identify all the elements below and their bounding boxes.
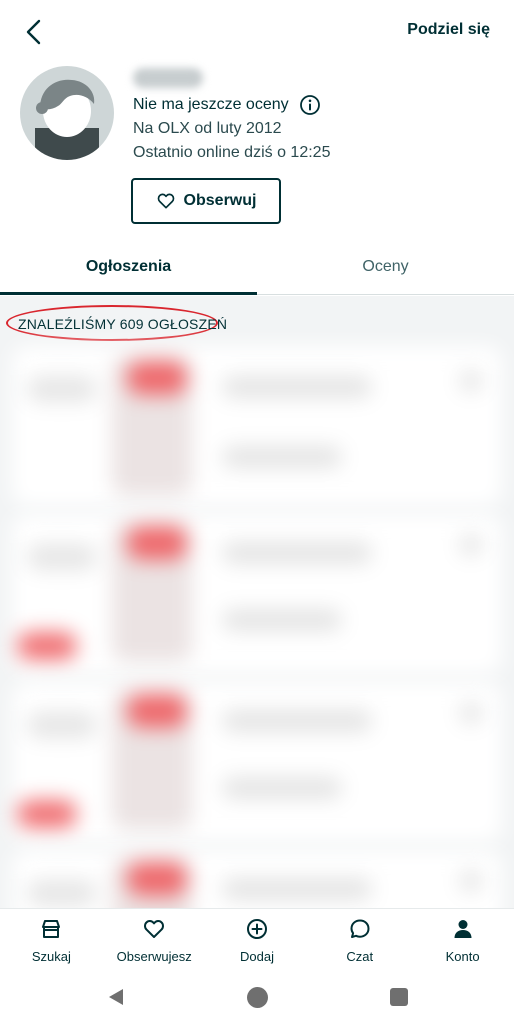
system-back-icon[interactable] bbox=[105, 986, 127, 1008]
system-home-icon[interactable] bbox=[247, 987, 268, 1008]
system-navigation-bar bbox=[0, 974, 514, 1024]
rating-row: Nie ma jeszcze oceny bbox=[133, 94, 321, 116]
back-button[interactable] bbox=[18, 16, 50, 48]
nav-search-label: Szukaj bbox=[31, 949, 71, 964]
seller-profile: Nie ma jeszcze oceny Na OLX od luty 2012… bbox=[0, 60, 514, 240]
listing-card[interactable] bbox=[12, 346, 502, 506]
nav-add[interactable]: Dodaj bbox=[206, 909, 309, 974]
heart-icon bbox=[157, 193, 174, 209]
person-icon bbox=[454, 920, 472, 938]
rating-text: Nie ma jeszcze oceny bbox=[133, 96, 289, 113]
nav-chat-label: Czat bbox=[346, 949, 374, 964]
bottom-navigation: Szukaj Obserwujesz Dodaj Czat Konto bbox=[0, 908, 514, 974]
nav-watched-label: Obserwujesz bbox=[116, 949, 192, 964]
heart-icon bbox=[144, 920, 165, 938]
info-icon[interactable] bbox=[299, 94, 321, 116]
system-recents-icon[interactable] bbox=[390, 988, 408, 1006]
results-list[interactable]: ZNALEŹLIŚMY 609 OGŁOSZEŃ bbox=[0, 296, 514, 908]
avatar bbox=[20, 66, 114, 160]
results-count: ZNALEŹLIŚMY 609 OGŁOSZEŃ bbox=[18, 316, 228, 332]
tab-ads[interactable]: Ogłoszenia bbox=[0, 240, 257, 295]
nav-chat[interactable]: Czat bbox=[308, 909, 411, 974]
last-online: Ostatnio online dziś o 12:25 bbox=[133, 144, 331, 161]
follow-button[interactable]: Obserwuj bbox=[131, 178, 281, 224]
seller-name-blurred bbox=[133, 68, 203, 88]
default-avatar-icon bbox=[35, 79, 99, 160]
share-button[interactable]: Podziel się bbox=[407, 21, 490, 39]
listing-card[interactable] bbox=[12, 514, 502, 674]
follow-label: Obserwuj bbox=[183, 192, 257, 209]
nav-account-label: Konto bbox=[445, 949, 480, 964]
nav-watched[interactable]: Obserwujesz bbox=[103, 909, 206, 974]
listing-card[interactable] bbox=[12, 682, 502, 842]
tab-ratings[interactable]: Oceny bbox=[257, 240, 514, 294]
nav-account[interactable]: Konto bbox=[411, 909, 514, 974]
home-store-icon bbox=[42, 920, 61, 938]
plus-circle-icon bbox=[246, 919, 267, 939]
top-bar: Podziel się bbox=[0, 0, 514, 60]
member-since: Na OLX od luty 2012 bbox=[133, 120, 282, 137]
nav-add-label: Dodaj bbox=[240, 949, 274, 964]
listing-card[interactable] bbox=[12, 850, 502, 908]
nav-search[interactable]: Szukaj bbox=[0, 909, 103, 974]
chat-bubble-icon bbox=[350, 919, 370, 938]
chevron-left-icon bbox=[26, 19, 41, 45]
tabs: Ogłoszenia Oceny bbox=[0, 240, 514, 295]
